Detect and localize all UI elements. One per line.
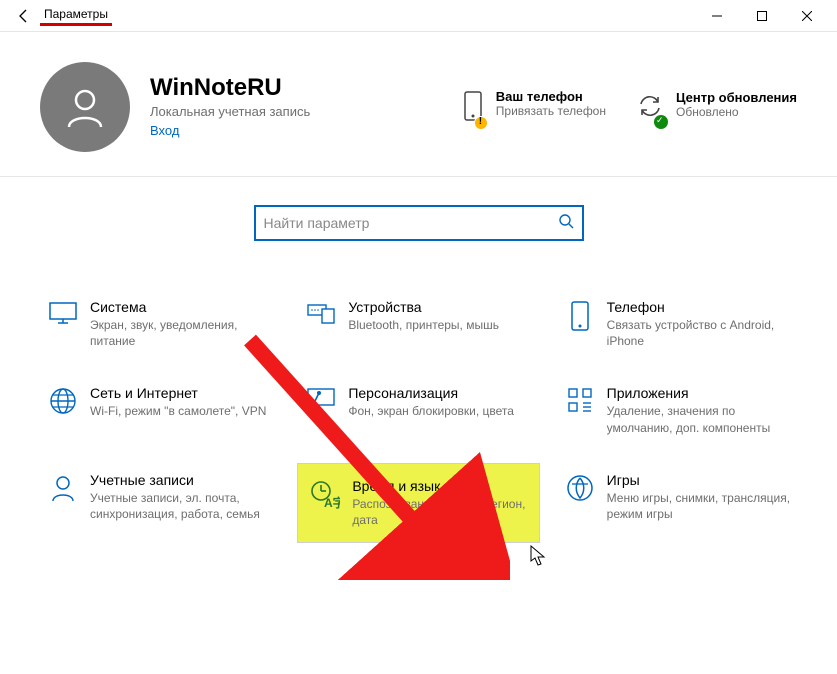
tile-title: Персонализация [348,385,514,401]
signin-link[interactable]: Вход [150,123,179,138]
update-card-sub: Обновлено [676,105,797,119]
maximize-button[interactable] [739,0,784,32]
window-controls [694,0,829,32]
tile-devices[interactable]: Устройства Bluetooth, принтеры, мышь [298,291,538,357]
update-icon [636,92,664,125]
search-input[interactable] [264,215,558,231]
tile-personalization[interactable]: Персонализация Фон, экран блокировки, цве… [298,377,538,443]
tile-sub: Учетные записи, эл. почта, синхронизация… [90,490,274,522]
tile-apps[interactable]: Приложения Удаление, значения по умолчани… [557,377,797,443]
tile-title: Приложения [607,385,791,401]
tile-title: Игры [607,472,791,488]
devices-icon [304,301,338,325]
tile-title: Устройства [348,299,499,315]
gaming-icon [563,474,597,502]
update-card-title: Центр обновления [676,90,797,105]
tile-system[interactable]: Система Экран, звук, уведомления, питание [40,291,280,357]
tile-sub: Wi-Fi, режим "в самолете", VPN [90,403,266,419]
time-language-icon: A字 [308,480,342,510]
account-subtitle: Локальная учетная запись [150,104,310,119]
window-title: Параметры [40,5,112,26]
phone-icon [462,91,484,126]
ok-badge-icon [654,115,668,129]
search-icon [558,213,574,234]
network-icon [46,387,80,415]
tile-sub: Меню игры, снимки, трансляция, режим игр… [607,490,791,522]
tile-time-language[interactable]: A字 Время и язык Распознавание голоса, рег… [298,464,538,542]
tile-title: Телефон [607,299,791,315]
system-icon [46,301,80,325]
back-button[interactable] [8,0,40,32]
phone-card[interactable]: Ваш телефон Привязать телефон [462,89,606,126]
phone-card-title: Ваш телефон [496,89,606,104]
account-info: WinNoteRU Локальная учетная запись Вход [150,74,310,140]
svg-text:A字: A字 [324,495,340,510]
tile-sub: Фон, экран блокировки, цвета [348,403,514,419]
tile-sub: Удаление, значения по умолчанию, доп. ко… [607,403,791,435]
titlebar: Параметры [0,0,837,32]
avatar[interactable] [40,62,130,152]
accounts-icon [46,474,80,502]
search-box[interactable] [254,205,584,241]
cursor-icon [530,545,548,567]
tile-title: Система [90,299,274,315]
tile-title: Учетные записи [90,472,274,488]
minimize-button[interactable] [694,0,739,32]
phone-card-sub: Привязать телефон [496,104,606,118]
tile-sub: Экран, звук, уведомления, питание [90,317,274,349]
tile-sub: Распознавание голоса, регион, дата [352,496,528,528]
close-button[interactable] [784,0,829,32]
update-card[interactable]: Центр обновления Обновлено [636,90,797,125]
apps-icon [563,387,597,413]
tile-phone[interactable]: Телефон Связать устройство с Android, iPh… [557,291,797,357]
account-name: WinNoteRU [150,74,310,102]
tile-title: Сеть и Интернет [90,385,266,401]
tile-sub: Связать устройство с Android, iPhone [607,317,791,349]
phone-tile-icon [563,301,597,331]
tile-accounts[interactable]: Учетные записи Учетные записи, эл. почта,… [40,464,280,542]
tile-gaming[interactable]: Игры Меню игры, снимки, трансляция, режим… [557,464,797,542]
tile-sub: Bluetooth, принтеры, мышь [348,317,499,333]
tile-network[interactable]: Сеть и Интернет Wi-Fi, режим "в самолете"… [40,377,280,443]
account-header: WinNoteRU Локальная учетная запись Вход … [0,32,837,177]
search-row [0,177,837,271]
warning-badge-icon [474,116,488,130]
settings-grid: Система Экран, звук, уведомления, питание… [0,271,837,542]
personalization-icon [304,387,338,411]
tile-title: Время и язык [352,478,528,494]
